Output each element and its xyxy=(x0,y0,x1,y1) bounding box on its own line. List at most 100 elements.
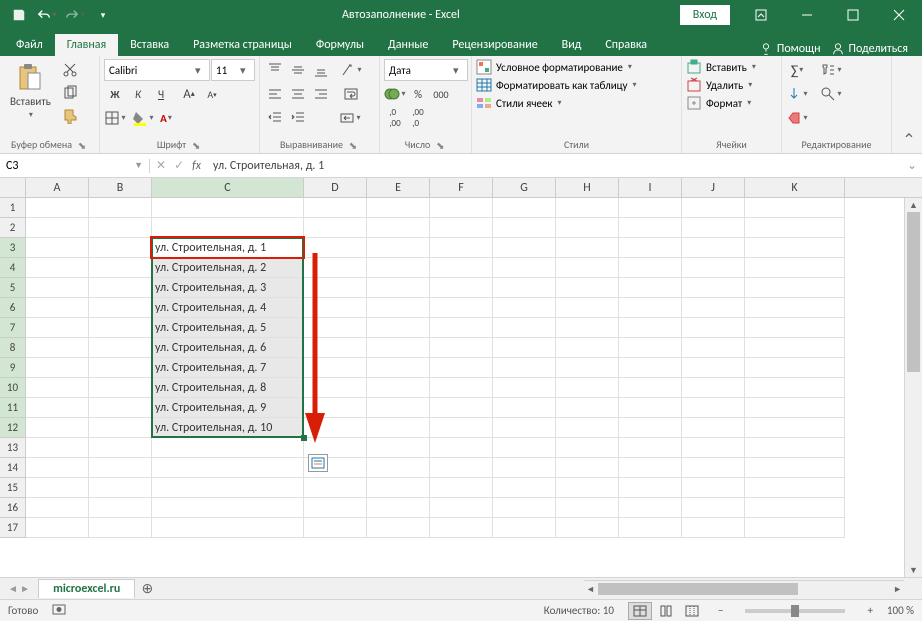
cell[interactable] xyxy=(493,398,556,418)
cell[interactable] xyxy=(26,238,89,258)
bold-button[interactable]: Ж xyxy=(104,83,126,105)
cell[interactable] xyxy=(619,258,682,278)
cell[interactable] xyxy=(493,298,556,318)
find-select-icon[interactable]: ▾ xyxy=(820,83,842,105)
fx-icon[interactable]: fx xyxy=(192,159,201,173)
cell[interactable] xyxy=(745,438,845,458)
cell[interactable] xyxy=(493,238,556,258)
zoom-level[interactable]: 100 % xyxy=(887,604,914,617)
cell[interactable] xyxy=(493,198,556,218)
cell[interactable] xyxy=(430,318,493,338)
cell[interactable] xyxy=(493,378,556,398)
autosum-icon[interactable]: ∑▾ xyxy=(786,59,808,81)
cell[interactable] xyxy=(619,278,682,298)
cell[interactable] xyxy=(745,458,845,478)
cell[interactable] xyxy=(556,278,619,298)
cell[interactable] xyxy=(26,338,89,358)
cell[interactable] xyxy=(152,478,304,498)
cell[interactable] xyxy=(619,458,682,478)
decrease-decimal-icon[interactable]: ,00,0 xyxy=(407,107,429,129)
cell[interactable] xyxy=(682,238,745,258)
tab-layout[interactable]: Разметка страницы xyxy=(181,34,304,56)
tab-help[interactable]: Справка xyxy=(593,34,659,56)
cell[interactable] xyxy=(26,518,89,538)
font-size-combo[interactable]: 11▾ xyxy=(211,59,255,81)
col-header-K[interactable]: K xyxy=(745,178,845,197)
cell[interactable] xyxy=(304,378,367,398)
sheet-nav[interactable]: ◄ ► xyxy=(0,582,38,595)
expand-formula-bar-icon[interactable]: ⌄ xyxy=(902,158,922,173)
cell[interactable] xyxy=(556,498,619,518)
format-as-table-button[interactable]: Форматировать как таблицу▾ xyxy=(476,77,637,93)
select-all-corner[interactable] xyxy=(0,178,26,197)
col-header-G[interactable]: G xyxy=(493,178,556,197)
cell[interactable]: ул. Строительная, д. 7 xyxy=(152,358,304,378)
row-header[interactable]: 1 xyxy=(0,198,26,218)
cell[interactable] xyxy=(89,458,152,478)
cell[interactable] xyxy=(26,358,89,378)
col-header-J[interactable]: J xyxy=(682,178,745,197)
cell[interactable] xyxy=(367,378,430,398)
view-page-break-icon[interactable] xyxy=(680,602,704,620)
cell[interactable] xyxy=(556,218,619,238)
col-header-D[interactable]: D xyxy=(304,178,367,197)
minimize-icon[interactable] xyxy=(784,0,830,30)
cell[interactable] xyxy=(682,398,745,418)
cell[interactable] xyxy=(493,318,556,338)
cell[interactable] xyxy=(430,418,493,438)
view-normal-icon[interactable] xyxy=(628,602,652,620)
hscroll-thumb[interactable] xyxy=(598,583,798,595)
wrap-text-icon[interactable] xyxy=(340,83,362,105)
cell[interactable] xyxy=(304,518,367,538)
cell[interactable] xyxy=(430,258,493,278)
cell[interactable] xyxy=(682,278,745,298)
cell[interactable] xyxy=(89,198,152,218)
cell[interactable] xyxy=(367,518,430,538)
undo-icon[interactable]: ▾ xyxy=(34,2,60,28)
cell[interactable] xyxy=(745,518,845,538)
cell[interactable] xyxy=(745,198,845,218)
cell[interactable] xyxy=(367,198,430,218)
sign-in-button[interactable]: Вход xyxy=(680,5,730,25)
accounting-icon[interactable]: ▾ xyxy=(384,83,406,105)
cell[interactable] xyxy=(745,358,845,378)
cell[interactable] xyxy=(745,218,845,238)
col-header-C[interactable]: C xyxy=(152,178,304,197)
delete-cells-button[interactable]: Удалить▾ xyxy=(686,77,752,93)
cell[interactable] xyxy=(367,278,430,298)
cell[interactable] xyxy=(556,418,619,438)
italic-button[interactable]: К xyxy=(127,83,149,105)
enter-icon[interactable]: ✓ xyxy=(174,158,184,173)
cell[interactable] xyxy=(304,198,367,218)
cell[interactable] xyxy=(619,238,682,258)
cell[interactable] xyxy=(619,318,682,338)
cell[interactable] xyxy=(745,338,845,358)
cell[interactable] xyxy=(304,398,367,418)
scroll-up-icon[interactable]: ▲ xyxy=(905,198,922,212)
align-middle-icon[interactable] xyxy=(287,59,309,81)
cell-styles-button[interactable]: Стили ячеек▾ xyxy=(476,95,562,111)
cell[interactable] xyxy=(682,438,745,458)
fill-icon[interactable]: ▾ xyxy=(786,83,808,105)
row-header[interactable]: 2 xyxy=(0,218,26,238)
cell[interactable] xyxy=(304,298,367,318)
launcher-icon[interactable]: ⬊ xyxy=(347,139,359,151)
row-header[interactable]: 6 xyxy=(0,298,26,318)
formula-input[interactable]: ул. Строительная, д. 1 xyxy=(207,159,902,173)
cell[interactable]: ул. Строительная, д. 8 xyxy=(152,378,304,398)
row-header[interactable]: 7 xyxy=(0,318,26,338)
align-right-icon[interactable] xyxy=(310,83,332,105)
row-header[interactable]: 16 xyxy=(0,498,26,518)
launcher-icon[interactable]: ⬊ xyxy=(434,139,446,151)
cell[interactable] xyxy=(556,398,619,418)
decrease-indent-icon[interactable] xyxy=(264,107,286,129)
launcher-icon[interactable]: ⬊ xyxy=(76,139,88,151)
cell[interactable] xyxy=(556,438,619,458)
cell[interactable] xyxy=(556,518,619,538)
cell[interactable] xyxy=(26,318,89,338)
cell[interactable] xyxy=(556,198,619,218)
cell[interactable]: ул. Строительная, д. 1 xyxy=(152,238,304,258)
cell[interactable] xyxy=(556,378,619,398)
font-color-icon[interactable]: A▾ xyxy=(155,107,177,129)
redo-icon[interactable]: ▾ xyxy=(62,2,88,28)
